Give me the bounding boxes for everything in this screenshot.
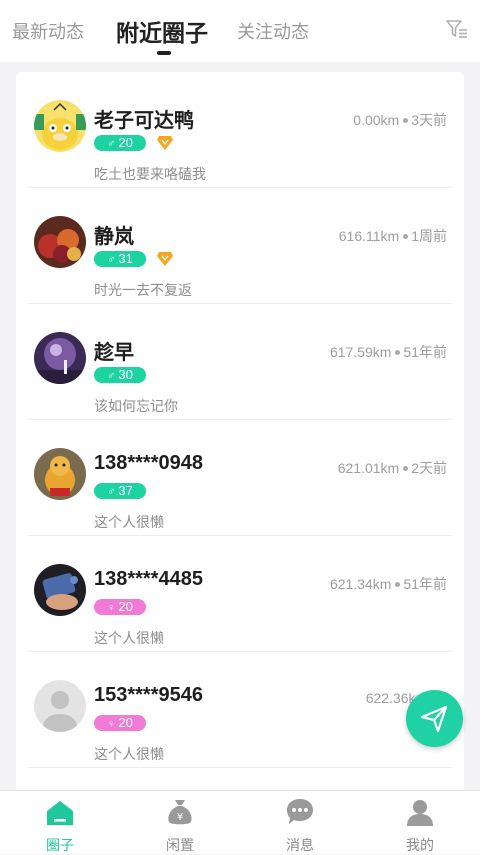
nav-messages[interactable]: 消息 — [260, 791, 340, 854]
age: 31 — [118, 251, 133, 266]
distance-time: 621.34km 51年前 — [330, 574, 447, 594]
home-circle-icon — [47, 801, 73, 825]
list-item[interactable]: 静岚 616.11km 1周前 ♂ 31 时光一去不复返 — [16, 188, 464, 304]
nearby-user-list: 老子可达鸭 0.00km 3天前 ♂ 20 吃土也要来咯磕我 静岚 616.11km… — [16, 72, 464, 792]
male-icon: ♂ — [107, 486, 116, 498]
avatar[interactable] — [34, 216, 86, 268]
user-bio: 这个人很懒 — [94, 630, 164, 646]
tab-nearby[interactable]: 附近圈子 — [116, 14, 208, 48]
nav-label: 消息 — [286, 837, 314, 853]
gender-age-badge: ♂ 31 — [94, 251, 146, 267]
male-icon: ♂ — [107, 254, 116, 266]
distance-time: 0.00km 3天前 — [353, 110, 447, 130]
list-item[interactable]: 138****4485 621.34km 51年前 ♀ 20 这个人很懒 — [16, 536, 464, 652]
gender-age-badge: ♀ 20 — [94, 715, 146, 731]
bottom-navigation: 圈子 ¥ 闲置 消息 我的 — [0, 790, 480, 854]
user-bio: 吃土也要来咯磕我 — [94, 166, 206, 182]
male-icon: ♂ — [107, 138, 116, 150]
user-name: 138****0948 — [94, 452, 203, 474]
top-tab-bar: 最新动态 附近圈子 关注动态 — [0, 0, 480, 62]
list-item[interactable]: 153****9546 622.36km1 ♀20 这个人很懒 — [16, 652, 464, 768]
user-bio: 这个人很懒 — [94, 514, 164, 530]
gender-age-badge: ♀ 20 — [94, 599, 146, 615]
user-name: 138****4485 — [94, 568, 203, 590]
time-ago: 2天前 — [411, 460, 447, 476]
vip-diamond-icon — [157, 136, 173, 150]
active-tab-indicator — [157, 51, 171, 55]
distance-time: 621.01km 2天前 — [338, 458, 447, 478]
money-bag-icon: ¥ — [168, 800, 192, 825]
gender-age-badge: ♂ 20 — [94, 135, 146, 151]
time-ago: 51年前 — [403, 576, 447, 592]
list-item[interactable]: 趁早 617.59km 51年前 ♂ 30 该如何忘记你 — [16, 304, 464, 420]
age: 37 — [118, 483, 133, 498]
avatar[interactable] — [34, 332, 86, 384]
gender-age-badge: ♂ 30 — [94, 367, 146, 383]
user-name: 趁早 — [94, 342, 134, 364]
list-item[interactable]: 老子可达鸭 0.00km 3天前 ♂ 20 吃土也要来咯磕我 — [16, 72, 464, 188]
distance-time: 616.11km 1周前 — [339, 226, 447, 246]
user-name: 153****9546 — [94, 684, 203, 706]
divider — [28, 767, 452, 768]
vip-diamond-icon — [157, 252, 173, 266]
time-ago: 1周前 — [411, 228, 447, 244]
separator-dot — [403, 233, 409, 239]
nav-label: 我的 — [406, 837, 434, 853]
nav-profile[interactable]: 我的 — [380, 791, 460, 854]
female-icon: ♀ — [107, 718, 116, 730]
avatar[interactable] — [34, 100, 86, 152]
distance: 0.00km — [353, 112, 400, 128]
avatar[interactable] — [34, 680, 86, 732]
send-icon — [420, 705, 448, 733]
avatar[interactable] — [34, 448, 86, 500]
nav-circle[interactable]: 圈子 — [20, 791, 100, 854]
male-icon: ♂ — [107, 370, 116, 382]
filter-icon[interactable] — [446, 18, 468, 40]
age: 20 — [118, 715, 133, 730]
separator-dot — [403, 117, 409, 123]
avatar[interactable] — [34, 564, 86, 616]
user-bio: 该如何忘记你 — [94, 398, 178, 414]
time-ago: 51年前 — [403, 344, 447, 360]
distance: 616.11km — [338, 228, 400, 244]
user-bio: 这个人很懒 — [94, 746, 164, 762]
age: 30 — [118, 367, 133, 382]
tab-following[interactable]: 关注动态 — [237, 18, 309, 44]
nav-label: 圈子 — [46, 837, 74, 853]
user-name: 静岚 — [94, 226, 134, 248]
gender-age-badge: ♂ 37 — [94, 483, 146, 499]
chat-bubble-icon — [287, 799, 313, 824]
female-icon: ♀ — [107, 602, 116, 614]
age: 20 — [118, 599, 133, 614]
separator-dot — [403, 465, 409, 471]
distance: 621.34km — [329, 576, 392, 592]
list-item[interactable]: 138****0948 621.01km 2天前 ♂ 37 这个人很懒 — [16, 420, 464, 536]
distance: 621.01km — [337, 460, 400, 476]
separator-dot — [395, 581, 401, 587]
publish-button[interactable] — [406, 690, 463, 747]
user-icon — [407, 800, 433, 826]
nav-label: 闲置 — [166, 837, 194, 853]
distance: 617.59km — [329, 344, 392, 360]
user-name: 老子可达鸭 — [94, 110, 194, 132]
distance-time: 617.59km 51年前 — [330, 342, 447, 362]
age: 20 — [118, 135, 133, 150]
tab-latest[interactable]: 最新动态 — [12, 18, 84, 44]
nav-idle[interactable]: ¥ 闲置 — [140, 791, 220, 854]
svg-text:¥: ¥ — [177, 812, 183, 823]
time-ago: 3天前 — [411, 112, 447, 128]
user-bio: 时光一去不复返 — [94, 282, 192, 298]
separator-dot — [395, 349, 401, 355]
